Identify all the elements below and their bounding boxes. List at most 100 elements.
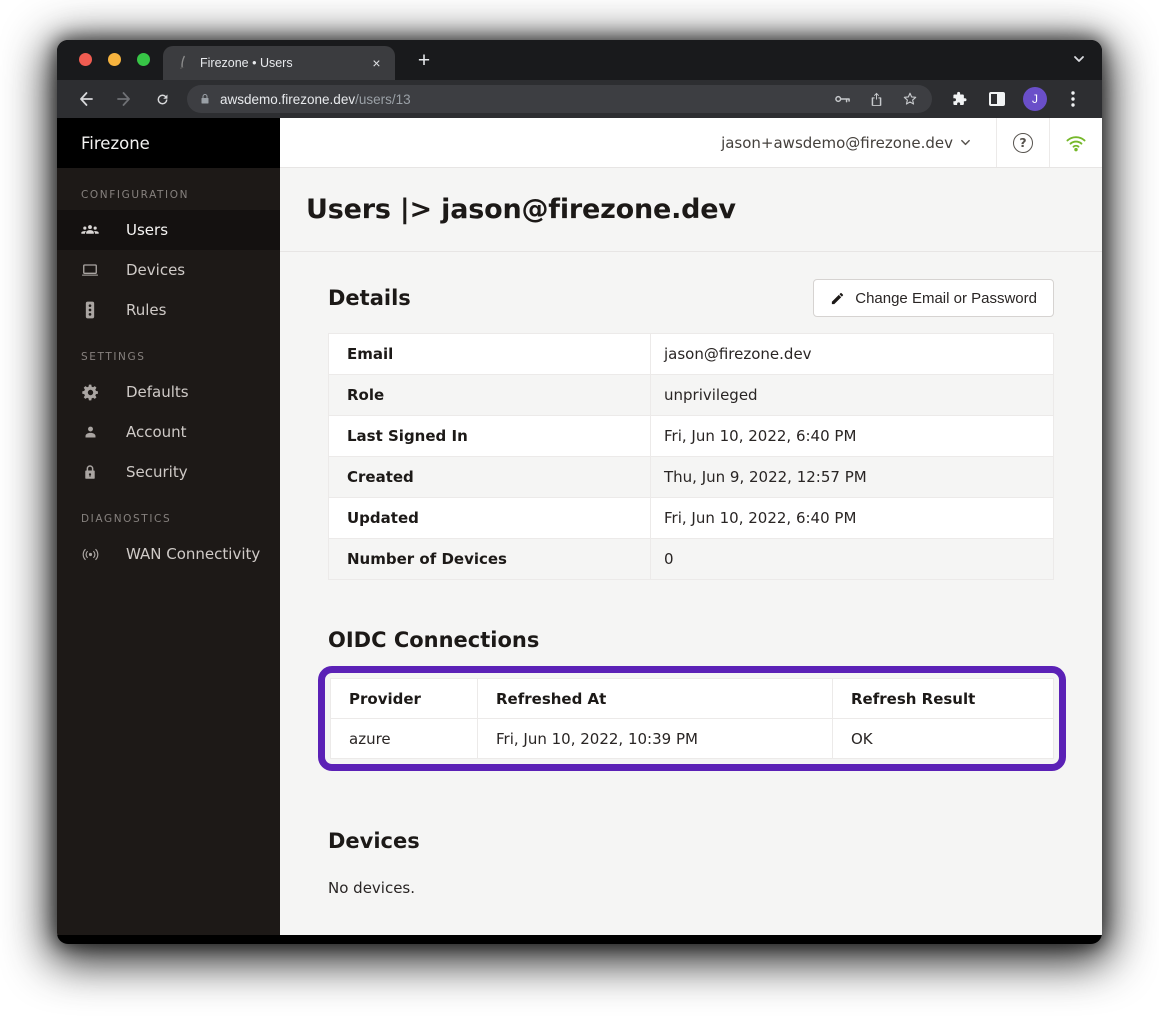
sidebar-item-label: Rules [126, 301, 166, 319]
table-header-row: Provider Refreshed At Refresh Result [331, 679, 1054, 719]
connectivity-button[interactable] [1049, 118, 1102, 167]
pencil-icon [830, 291, 845, 306]
oidc-refreshed-at: Fri, Jun 10, 2022, 10:39 PM [478, 719, 833, 759]
devices-empty-text: No devices. [328, 879, 1054, 897]
sidebar-item-label: Devices [126, 261, 185, 279]
back-icon[interactable] [73, 86, 99, 112]
url-path: /users/13 [355, 92, 411, 107]
laptop-icon [80, 260, 100, 280]
column-header: Refreshed At [478, 679, 833, 719]
table-row: azure Fri, Jun 10, 2022, 10:39 PM OK [331, 719, 1054, 759]
table-row: Emailjason@firezone.dev [329, 334, 1054, 375]
sidebar: Firezone CONFIGURATION Users Devices Rul… [57, 118, 280, 935]
profile-avatar[interactable]: J [1023, 87, 1047, 111]
share-icon[interactable] [864, 87, 888, 111]
sidebar-item-security[interactable]: Security [57, 452, 280, 492]
browser-window: Firezone • Users × + awsdemo.firezone.de… [57, 40, 1102, 944]
sidebar-item-rules[interactable]: Rules [57, 290, 280, 330]
firezone-favicon [175, 55, 191, 71]
account-menu-button[interactable]: jason+awsdemo@firezone.dev [696, 118, 996, 167]
detail-label: Role [329, 375, 651, 416]
toolbar-right: J [940, 87, 1092, 111]
page-title-band: Users |> jason@firezone.dev [280, 168, 1102, 252]
sidebar-item-account[interactable]: Account [57, 412, 280, 452]
sidebar-item-defaults[interactable]: Defaults [57, 372, 280, 412]
tab-strip: Firezone • Users × + [57, 40, 1102, 80]
sidebar-item-devices[interactable]: Devices [57, 250, 280, 290]
reload-icon[interactable] [149, 86, 175, 112]
devices-heading: Devices [328, 829, 1054, 853]
detail-value: unprivileged [651, 375, 1054, 416]
detail-label: Number of Devices [329, 539, 651, 580]
password-key-icon[interactable] [830, 87, 854, 111]
help-button[interactable]: ? [996, 118, 1049, 167]
column-header: Provider [331, 679, 478, 719]
change-button-label: Change Email or Password [855, 290, 1037, 307]
table-row: Roleunprivileged [329, 375, 1054, 416]
section-label-diagnostics: DIAGNOSTICS [57, 492, 280, 534]
oidc-refresh-result: OK [833, 719, 1054, 759]
minimize-window-button[interactable] [108, 53, 121, 66]
forward-icon[interactable] [111, 86, 137, 112]
tab-search-chevron-icon[interactable] [1072, 52, 1086, 66]
section-label-settings: SETTINGS [57, 330, 280, 372]
zoom-window-button[interactable] [137, 53, 150, 66]
sidebar-item-wan-connectivity[interactable]: WAN Connectivity [57, 534, 280, 574]
detail-label: Updated [329, 498, 651, 539]
firezone-brand[interactable]: Firezone [57, 118, 280, 168]
detail-value: Fri, Jun 10, 2022, 6:40 PM [651, 498, 1054, 539]
ssl-lock-icon[interactable] [199, 92, 211, 106]
table-row: UpdatedFri, Jun 10, 2022, 6:40 PM [329, 498, 1054, 539]
app-header: jason+awsdemo@firezone.dev ? [280, 118, 1102, 168]
bookmark-star-icon[interactable] [898, 87, 922, 111]
detail-label: Last Signed In [329, 416, 651, 457]
sidebar-item-label: Users [126, 221, 168, 239]
url-text: awsdemo.firezone.dev/users/13 [220, 92, 820, 107]
oidc-connections-table: Provider Refreshed At Refresh Result azu… [330, 678, 1054, 759]
oidc-connections-heading: OIDC Connections [328, 628, 1054, 652]
url-domain: awsdemo.firezone.dev [220, 92, 355, 107]
browser-toolbar: awsdemo.firezone.dev/users/13 J [57, 80, 1102, 118]
detail-label: Created [329, 457, 651, 498]
person-icon [80, 422, 100, 442]
tab-firezone-users[interactable]: Firezone • Users × [163, 46, 395, 80]
gear-icon [80, 382, 100, 402]
sidebar-item-label: Account [126, 423, 187, 441]
table-row: Number of Devices0 [329, 539, 1054, 580]
page-content: Details Change Email or Password Emailja… [280, 252, 1102, 935]
chevron-down-icon [960, 137, 971, 148]
table-row: Last Signed InFri, Jun 10, 2022, 6:40 PM [329, 416, 1054, 457]
table-row: CreatedThu, Jun 9, 2022, 12:57 PM [329, 457, 1054, 498]
sidebar-item-label: WAN Connectivity [126, 545, 260, 563]
extensions-puzzle-icon[interactable] [947, 87, 971, 111]
oidc-provider: azure [331, 719, 478, 759]
details-heading: Details [328, 286, 411, 310]
new-tab-button[interactable]: + [411, 48, 437, 74]
users-icon [80, 220, 100, 240]
sidebar-item-label: Defaults [126, 383, 189, 401]
page-title: Users |> jason@firezone.dev [306, 194, 736, 225]
lock-icon [80, 462, 100, 482]
oidc-highlight-annotation: Provider Refreshed At Refresh Result azu… [318, 666, 1066, 771]
traffic-light-icon [80, 300, 100, 320]
detail-value: jason@firezone.dev [651, 334, 1054, 375]
sidebar-item-users[interactable]: Users [57, 210, 280, 250]
browser-menu-kebab-icon[interactable] [1061, 87, 1085, 111]
help-icon: ? [1013, 133, 1033, 153]
column-header: Refresh Result [833, 679, 1054, 719]
detail-value: Thu, Jun 9, 2022, 12:57 PM [651, 457, 1054, 498]
close-window-button[interactable] [79, 53, 92, 66]
radio-waves-icon [80, 544, 100, 564]
side-panel-icon[interactable] [985, 87, 1009, 111]
url-bar[interactable]: awsdemo.firezone.dev/users/13 [187, 85, 932, 113]
tab-title: Firezone • Users [200, 56, 368, 70]
change-email-password-button[interactable]: Change Email or Password [813, 279, 1054, 317]
details-table: Emailjason@firezone.dev Roleunprivileged… [328, 333, 1054, 580]
wifi-icon [1065, 133, 1087, 153]
account-email: jason+awsdemo@firezone.dev [721, 134, 953, 152]
window-controls [79, 53, 150, 66]
tab-close-icon[interactable]: × [368, 55, 385, 72]
detail-value: 0 [651, 539, 1054, 580]
detail-label: Email [329, 334, 651, 375]
detail-value: Fri, Jun 10, 2022, 6:40 PM [651, 416, 1054, 457]
